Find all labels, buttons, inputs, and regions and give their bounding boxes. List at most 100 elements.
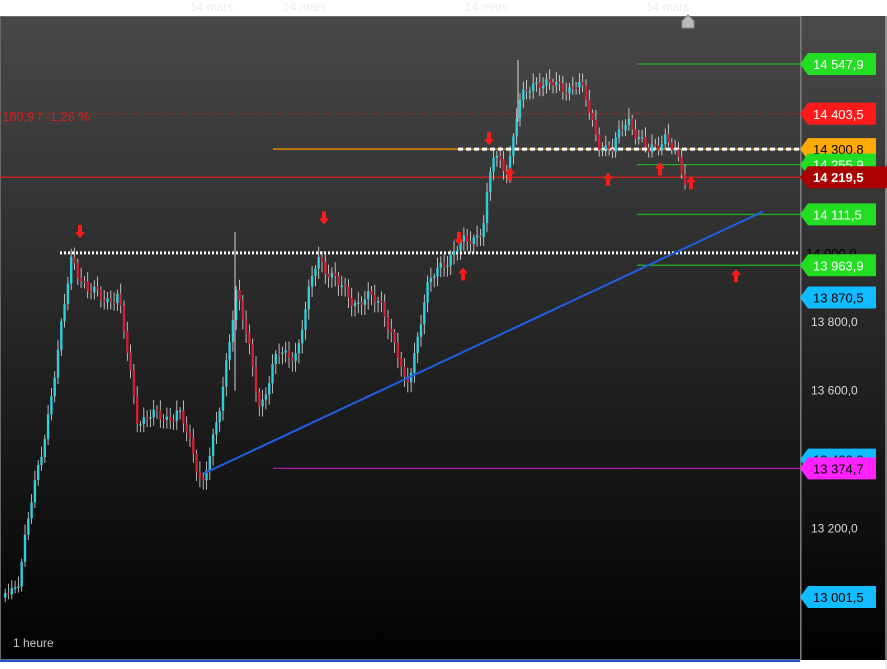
price-badge-label: 14 547,9 — [813, 57, 864, 72]
candle-body — [251, 344, 254, 367]
candle-body — [274, 353, 277, 365]
x-tick-label: 14 mars — [465, 0, 508, 14]
candle-body — [565, 92, 568, 94]
candle-body — [301, 329, 304, 344]
candle-body — [617, 129, 621, 138]
candle-body — [277, 353, 281, 356]
candle-body — [551, 82, 555, 86]
candle-body — [93, 286, 96, 293]
candle-body — [46, 414, 50, 440]
candle-body — [624, 125, 627, 131]
candle-body — [13, 587, 17, 590]
candle-body — [310, 275, 314, 287]
candle-body — [360, 302, 363, 305]
candle-body — [373, 294, 376, 303]
candle-body — [673, 149, 677, 152]
candle-body — [413, 353, 416, 373]
candle-body — [591, 112, 594, 121]
candle-body — [254, 366, 258, 392]
candle-body — [439, 262, 442, 268]
candle-body — [502, 159, 505, 172]
candle-body — [103, 300, 106, 303]
candle-body — [350, 297, 353, 307]
candle-body — [337, 276, 340, 286]
price-badge-label: 13 374,7 — [813, 461, 864, 476]
candle-body — [353, 302, 357, 307]
candle-body — [145, 417, 149, 419]
candle-body — [545, 79, 548, 86]
x-tick-label: 14 mars — [190, 0, 233, 14]
candle-body — [231, 320, 235, 342]
candle-body — [10, 588, 13, 595]
candle-body — [631, 118, 634, 130]
candle-body — [297, 343, 301, 354]
candle-body — [433, 276, 436, 278]
candle-body — [340, 285, 343, 287]
candle-body — [627, 118, 631, 126]
price-chart[interactable]: 14 mars 14 mars 14 mars 14 mars 13 800,0… — [0, 0, 887, 669]
candle-body — [419, 324, 423, 337]
candle-body — [571, 87, 574, 89]
candle-body — [66, 283, 70, 305]
candle-body — [152, 409, 155, 418]
candle-body — [637, 137, 640, 140]
candle-body — [23, 534, 27, 562]
candle-body — [393, 332, 396, 343]
candle-body — [680, 157, 683, 175]
candle-body — [380, 300, 383, 303]
candle-body — [588, 100, 591, 113]
candle-body — [581, 82, 584, 86]
candle-body — [343, 285, 347, 287]
candle-body — [525, 89, 528, 92]
candle-body — [169, 416, 172, 421]
bottom-blue-line — [0, 660, 800, 662]
candle-body — [512, 136, 515, 156]
candle-body — [654, 144, 657, 146]
candle-body — [261, 399, 264, 407]
candle-body — [79, 278, 83, 282]
candle-body — [291, 357, 294, 362]
candle-body — [195, 453, 198, 472]
candle-body — [584, 85, 588, 101]
candle-body — [119, 293, 122, 306]
candle-body — [244, 319, 248, 334]
price-badge-label: 14 403,5 — [813, 107, 864, 122]
candle-body — [667, 134, 670, 143]
y-tick-label: 13 800,0 — [811, 315, 858, 329]
candle-body — [396, 342, 400, 359]
candle-body — [317, 256, 320, 269]
candle-body — [149, 417, 152, 419]
candle-body — [456, 250, 459, 252]
candle-body — [614, 137, 617, 152]
candle-body — [109, 298, 112, 302]
candle-body — [578, 82, 581, 88]
candle-body — [281, 352, 284, 354]
candle-body — [202, 477, 205, 481]
candle-body — [449, 254, 452, 266]
candle-body — [70, 256, 73, 284]
candle-body — [76, 263, 79, 279]
candle-body — [334, 272, 337, 277]
top-axis-bar — [0, 0, 887, 16]
candle-body — [647, 147, 650, 153]
candle-body — [548, 79, 551, 83]
candle-body — [307, 286, 310, 310]
candle-body — [27, 518, 30, 535]
price-badge-label: 14 219,5 — [813, 170, 864, 185]
candle-body — [96, 286, 99, 290]
candle-body — [683, 174, 687, 186]
candle-body — [129, 352, 132, 371]
candle-body — [271, 364, 274, 384]
candle-body — [429, 277, 433, 283]
candle-body — [37, 464, 40, 481]
candle-body — [485, 192, 489, 224]
candle-body — [426, 282, 429, 303]
candle-body — [132, 370, 136, 397]
candle-body — [268, 383, 271, 395]
candle-body — [83, 281, 86, 283]
candle-body — [139, 424, 142, 426]
candle-body — [221, 386, 225, 411]
candle-body — [541, 85, 545, 89]
candle-body — [640, 136, 644, 139]
candle-body — [178, 410, 182, 412]
